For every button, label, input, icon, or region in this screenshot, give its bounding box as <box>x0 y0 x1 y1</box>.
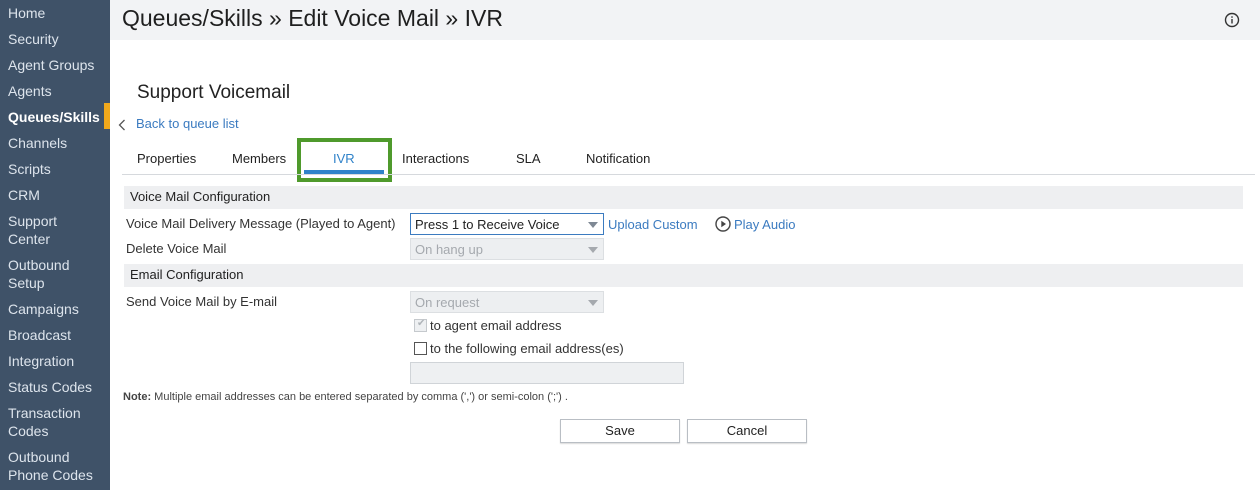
sidebar-item-support-center[interactable]: Support Center <box>0 212 80 248</box>
send-by-email-label: Send Voice Mail by E-mail <box>126 294 278 309</box>
sidebar-item-label: Support Center <box>8 213 58 247</box>
breadcrumb: Queues/Skills » Edit Voice Mail » IVR <box>122 5 503 31</box>
tab-members[interactable]: Members <box>232 151 286 166</box>
sidebar: Home Security Agent Groups Agents Queues… <box>0 0 110 490</box>
sidebar-item-label: Outbound Phone Codes <box>8 449 93 483</box>
chevron-down-icon <box>588 222 598 228</box>
sidebar-item-broadcast[interactable]: Broadcast <box>0 326 110 344</box>
sidebar-item-crm[interactable]: CRM <box>0 186 110 204</box>
section-title: Email Configuration <box>130 267 244 282</box>
tab-notification[interactable]: Notification <box>586 151 650 166</box>
sidebar-item-label: Channels <box>8 135 68 151</box>
chevron-left-icon <box>118 119 125 131</box>
select-value: On hang up <box>415 242 483 257</box>
delivery-message-select[interactable]: Press 1 to Receive Voice <box>410 213 604 235</box>
sidebar-item-agents[interactable]: Agents <box>0 82 110 100</box>
upload-custom-link[interactable]: Upload Custom <box>608 217 698 232</box>
section-title: Voice Mail Configuration <box>130 189 271 204</box>
save-button[interactable]: Save <box>560 419 680 443</box>
play-audio-link[interactable]: Play Audio <box>734 217 795 232</box>
sidebar-item-label: Scripts <box>8 161 51 177</box>
sidebar-item-scripts[interactable]: Scripts <box>0 160 110 178</box>
sidebar-item-label: CRM <box>8 187 40 203</box>
sidebar-item-outbound-setup[interactable]: Outbound Setup <box>0 256 80 292</box>
sidebar-item-label: Integration <box>8 353 75 369</box>
queue-title: Support Voicemail <box>137 82 291 103</box>
tab-properties[interactable]: Properties <box>137 151 196 166</box>
info-icon[interactable] <box>1224 12 1240 28</box>
tab-highlight-box <box>297 138 392 182</box>
chevron-down-icon <box>588 300 598 306</box>
voice-mail-section-header: Voice Mail Configuration <box>124 186 1243 209</box>
following-email-label: to the following email address(es) <box>430 341 624 356</box>
agent-email-label: to agent email address <box>430 318 562 333</box>
delete-voice-mail-label: Delete Voice Mail <box>126 241 227 256</box>
cancel-button[interactable]: Cancel <box>687 419 807 443</box>
sidebar-item-channels[interactable]: Channels <box>0 134 110 152</box>
back-link-label: Back to queue list <box>136 116 239 131</box>
tab-divider <box>122 174 1255 175</box>
sidebar-item-home[interactable]: Home <box>0 4 110 22</box>
sidebar-item-label: Security <box>8 31 59 47</box>
page-header: Queues/Skills » Edit Voice Mail » IVR <box>110 0 1260 40</box>
sidebar-item-security[interactable]: Security <box>0 30 110 48</box>
tab-sla[interactable]: SLA <box>516 151 541 166</box>
sidebar-item-campaigns[interactable]: Campaigns <box>0 300 110 318</box>
select-value: Press 1 to Receive Voice <box>415 217 560 232</box>
sidebar-item-label: Campaigns <box>8 301 79 317</box>
sidebar-item-label: Agent Groups <box>8 57 95 73</box>
email-addresses-input <box>410 362 684 384</box>
sidebar-item-queues-skills[interactable]: Queues/Skills <box>0 108 110 126</box>
delete-voice-mail-select: On hang up <box>410 238 604 260</box>
sidebar-item-agent-groups[interactable]: Agent Groups <box>0 56 110 74</box>
email-section-header: Email Configuration <box>124 264 1243 287</box>
agent-email-checkbox: ✔ <box>414 318 427 332</box>
sidebar-item-label: Home <box>8 5 46 21</box>
sidebar-item-label: Transaction Codes <box>8 405 81 439</box>
sidebar-item-status-codes[interactable]: Status Codes <box>0 378 110 396</box>
sidebar-item-label: Status Codes <box>8 379 93 395</box>
sidebar-item-label: Outbound Setup <box>8 257 70 291</box>
note-text: Note: Multiple email addresses can be en… <box>123 391 568 403</box>
send-by-email-select: On request <box>410 291 604 313</box>
sidebar-item-label: Queues/Skills <box>8 109 100 125</box>
note-body: Multiple email addresses can be entered … <box>151 391 568 403</box>
chevron-down-icon <box>588 247 598 253</box>
select-value: On request <box>415 295 480 310</box>
sidebar-item-outbound-phone-codes[interactable]: Outbound Phone Codes <box>0 448 100 484</box>
delivery-message-label: Voice Mail Delivery Message (Played to A… <box>126 216 396 231</box>
check-icon: ✔ <box>417 318 426 329</box>
note-prefix: Note: <box>123 391 152 403</box>
play-audio-icon[interactable] <box>715 216 731 232</box>
following-email-checkbox[interactable] <box>414 342 427 355</box>
sidebar-item-transaction-codes[interactable]: Transaction Codes <box>0 404 85 440</box>
tab-interactions[interactable]: Interactions <box>402 151 469 166</box>
sidebar-item-label: Agents <box>8 83 52 99</box>
sidebar-item-integration[interactable]: Integration <box>0 352 110 370</box>
sidebar-item-label: Broadcast <box>8 327 72 343</box>
